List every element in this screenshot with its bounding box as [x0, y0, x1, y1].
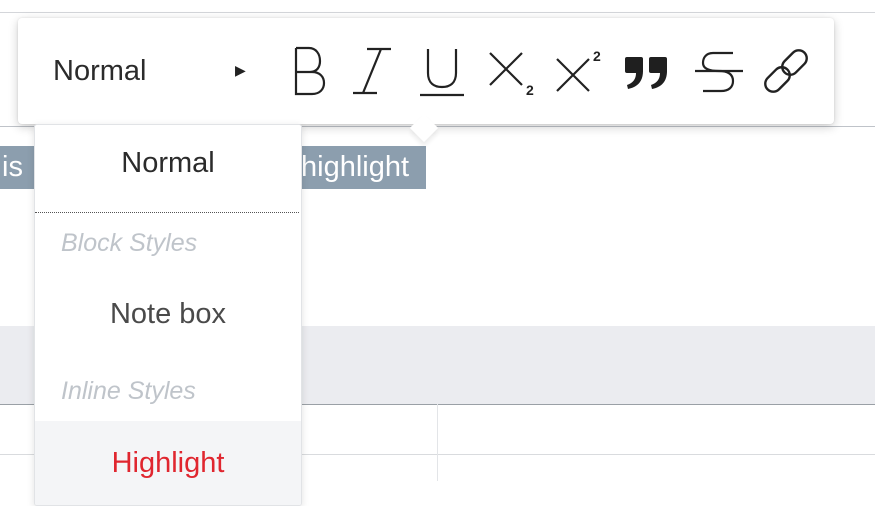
superscript-icon: 2 [551, 43, 607, 99]
link-icon [758, 43, 814, 99]
style-option-normal[interactable]: Normal [35, 147, 301, 180]
selected-text-right[interactable]: highlight [298, 146, 426, 189]
strikethrough-button[interactable] [688, 40, 750, 102]
subscript-icon: 2 [484, 43, 540, 99]
bold-button[interactable] [277, 40, 339, 102]
top-divider [0, 12, 875, 13]
italic-button[interactable] [340, 40, 402, 102]
toolbar-pointer [409, 113, 439, 143]
style-dropdown-menu: Normal Block Styles Note box Inline Styl… [34, 124, 302, 506]
style-select[interactable]: Normal ▶ [18, 18, 258, 124]
blockquote-button[interactable] [615, 40, 677, 102]
italic-icon [345, 43, 397, 99]
underline-button[interactable] [411, 40, 473, 102]
column-divider [437, 404, 438, 481]
svg-text:2: 2 [526, 82, 534, 98]
block-styles-heading: Block Styles [61, 229, 198, 257]
style-option-highlight[interactable]: Highlight [35, 447, 301, 480]
superscript-button[interactable]: 2 [548, 40, 610, 102]
link-button[interactable] [755, 40, 817, 102]
subscript-button[interactable]: 2 [481, 40, 543, 102]
quote-icon [618, 43, 674, 99]
dropdown-separator [35, 212, 299, 213]
selected-text-left[interactable]: is [0, 146, 34, 189]
style-select-label: Normal [53, 54, 147, 87]
svg-text:2: 2 [593, 48, 601, 64]
underline-icon [414, 43, 470, 99]
strikethrough-icon [691, 43, 747, 99]
bold-icon [284, 43, 332, 99]
floating-toolbar: Normal ▶ 2 2 [18, 18, 834, 143]
inline-styles-heading: Inline Styles [61, 377, 196, 405]
caret-right-icon: ▶ [235, 62, 246, 78]
style-option-note-box[interactable]: Note box [35, 298, 301, 331]
